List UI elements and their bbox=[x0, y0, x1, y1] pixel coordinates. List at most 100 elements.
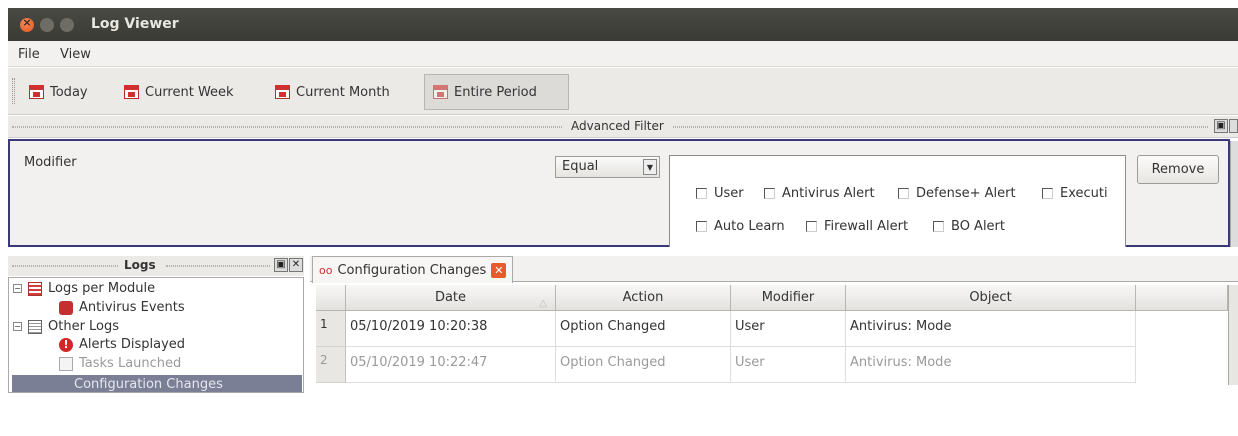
option-label: Defense+ Alert bbox=[916, 186, 1016, 201]
column-header-extra[interactable] bbox=[1136, 285, 1228, 311]
cell-action[interactable]: Option Changed bbox=[556, 347, 731, 383]
tree-item-alerts-displayed[interactable]: ! Alerts Displayed bbox=[59, 337, 185, 352]
current-week-button[interactable]: Current Week bbox=[116, 74, 242, 110]
close-icon: × bbox=[22, 16, 32, 29]
logs-panel-title: Logs bbox=[124, 258, 156, 272]
entire-period-label: Entire Period bbox=[454, 84, 537, 100]
advanced-filter-header: Advanced Filter ▣ bbox=[8, 116, 1238, 138]
column-header-label: Modifier bbox=[761, 290, 815, 305]
operator-value: Equal bbox=[562, 159, 599, 174]
operator-select[interactable]: Equal ▼ bbox=[555, 156, 660, 178]
tab-configuration-changes[interactable]: oo Configuration Changes ✕ bbox=[312, 256, 514, 283]
advanced-filter-panel: Modifier Equal ▼ User Antivirus Alert De… bbox=[8, 139, 1238, 247]
tree-item-label: Configuration Changes bbox=[74, 376, 223, 392]
antivirus-icon bbox=[59, 300, 73, 315]
calendar-icon bbox=[124, 85, 139, 99]
column-header-date[interactable]: Date △ bbox=[346, 285, 556, 311]
modifier-options: User Antivirus Alert Defense+ Alert Exec… bbox=[669, 155, 1126, 247]
calendar-icon bbox=[433, 85, 448, 99]
tree-item-label: Antivirus Events bbox=[79, 300, 185, 315]
close-panel-icon[interactable] bbox=[1229, 119, 1238, 133]
checkbox[interactable] bbox=[764, 188, 775, 199]
tree-item-configuration-changes[interactable]: Configuration Changes bbox=[12, 375, 302, 392]
option-auto-learn[interactable]: Auto Learn bbox=[696, 219, 785, 234]
checkbox[interactable] bbox=[933, 221, 944, 232]
option-execution[interactable]: Executi bbox=[1042, 186, 1108, 201]
tree-item-antivirus-events[interactable]: Antivirus Events bbox=[59, 300, 185, 315]
other-logs-icon bbox=[28, 319, 42, 334]
logs-header-grip bbox=[12, 265, 118, 267]
cell-object[interactable]: Antivirus: Mode bbox=[846, 311, 1136, 347]
collapse-icon[interactable]: − bbox=[13, 284, 22, 293]
option-antivirus-alert[interactable]: Antivirus Alert bbox=[764, 186, 875, 201]
module-log-icon bbox=[28, 281, 42, 296]
close-window-button[interactable]: × bbox=[20, 16, 34, 32]
tab-label: Configuration Changes bbox=[337, 262, 487, 278]
checkbox[interactable] bbox=[898, 188, 909, 199]
cell-modifier[interactable]: User bbox=[731, 311, 846, 347]
cell-date[interactable]: 05/10/2019 10:20:38 bbox=[346, 311, 556, 347]
tab-strip: oo Configuration Changes ✕ bbox=[310, 256, 1238, 283]
tree-item-label: Logs per Module bbox=[48, 281, 156, 296]
option-label: User bbox=[714, 186, 744, 201]
close-tab-icon[interactable]: ✕ bbox=[491, 262, 507, 278]
window-title: Log Viewer bbox=[91, 16, 179, 32]
menu-bar: File View bbox=[8, 41, 1238, 67]
cell-object[interactable]: Antivirus: Mode bbox=[846, 347, 1136, 383]
logs-tree: − Logs per Module Antivirus Events − Oth… bbox=[8, 277, 304, 393]
option-label: Antivirus Alert bbox=[782, 186, 875, 201]
tasks-icon bbox=[59, 356, 73, 371]
checkbox[interactable] bbox=[696, 221, 707, 232]
today-button[interactable]: Today bbox=[21, 74, 96, 110]
close-panel-icon[interactable]: ✕ bbox=[289, 258, 303, 272]
title-bar: × Log Viewer bbox=[8, 8, 1238, 41]
filter-scrollbar[interactable] bbox=[1230, 141, 1238, 247]
column-header-object[interactable]: Object bbox=[846, 285, 1136, 311]
collapse-icon[interactable]: − bbox=[13, 322, 22, 331]
logs-panel-header: Logs ▣ ✕ bbox=[8, 256, 304, 276]
menu-view[interactable]: View bbox=[60, 47, 91, 62]
log-table: Date △ Action Modifier Object 1 05/10/20… bbox=[316, 285, 1238, 415]
option-user[interactable]: User bbox=[696, 186, 744, 201]
checkbox[interactable] bbox=[806, 221, 817, 232]
cell-date[interactable]: 05/10/2019 10:22:47 bbox=[346, 347, 556, 383]
option-bo-alert[interactable]: BO Alert bbox=[933, 219, 1005, 234]
option-label: Firewall Alert bbox=[824, 219, 909, 234]
dropdown-arrow-icon: ▼ bbox=[643, 159, 657, 175]
filter-header-grip bbox=[12, 126, 562, 128]
toolbar-grip[interactable] bbox=[12, 78, 15, 104]
modifier-label: Modifier bbox=[24, 155, 77, 170]
alert-icon: ! bbox=[59, 337, 73, 352]
tree-item-other-logs[interactable]: − Other Logs bbox=[13, 319, 119, 334]
column-header-label: Action bbox=[622, 290, 664, 305]
remove-button[interactable]: Remove bbox=[1137, 155, 1219, 184]
tree-item-tasks-launched[interactable]: Tasks Launched bbox=[59, 356, 181, 371]
checkbox[interactable] bbox=[1042, 188, 1053, 199]
toolbar: Today Current Week Current Month Entire … bbox=[8, 68, 1238, 115]
option-firewall-alert[interactable]: Firewall Alert bbox=[806, 219, 908, 234]
column-header-action[interactable]: Action bbox=[556, 285, 731, 311]
cell-modifier[interactable]: User bbox=[731, 347, 846, 383]
tree-item-logs-per-module[interactable]: − Logs per Module bbox=[13, 281, 155, 296]
row-number-header bbox=[316, 285, 346, 311]
float-panel-icon[interactable]: ▣ bbox=[1214, 119, 1228, 133]
menu-file[interactable]: File bbox=[18, 47, 40, 62]
checkbox[interactable] bbox=[696, 188, 707, 199]
column-header-modifier[interactable]: Modifier bbox=[731, 285, 846, 311]
tree-item-label: Other Logs bbox=[48, 319, 120, 334]
current-month-button[interactable]: Current Month bbox=[267, 74, 398, 110]
minimize-window-button[interactable] bbox=[40, 18, 54, 32]
column-header-label: Object bbox=[969, 290, 1012, 305]
current-month-label: Current Month bbox=[296, 84, 390, 100]
float-panel-icon[interactable]: ▣ bbox=[274, 258, 288, 272]
filter-header-grip bbox=[673, 126, 1208, 128]
maximize-window-button[interactable] bbox=[60, 18, 74, 32]
row-number: 1 bbox=[316, 311, 346, 347]
calendar-icon bbox=[29, 85, 44, 99]
row-number: 2 bbox=[316, 347, 346, 383]
option-defense-alert[interactable]: Defense+ Alert bbox=[898, 186, 1016, 201]
cell-action[interactable]: Option Changed bbox=[556, 311, 731, 347]
calendar-icon bbox=[275, 85, 290, 99]
entire-period-button[interactable]: Entire Period bbox=[424, 74, 569, 110]
table-scrollbar[interactable] bbox=[1228, 285, 1238, 385]
